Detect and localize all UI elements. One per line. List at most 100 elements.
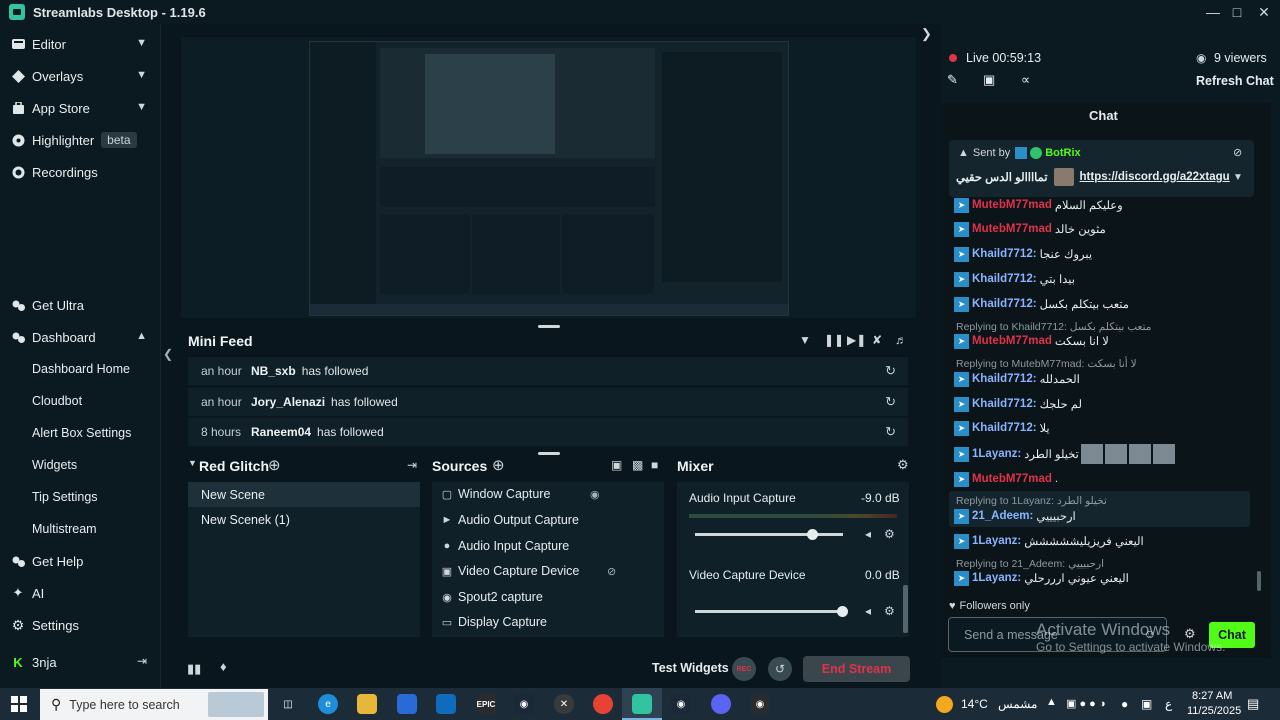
- mute-alerts-icon[interactable]: ✘: [872, 333, 882, 347]
- sidebar-item-overlays[interactable]: Overlays ▼: [0, 62, 161, 90]
- filter-icon[interactable]: ▼: [799, 333, 811, 347]
- steam-icon[interactable]: ◉: [671, 694, 691, 714]
- folder-icon[interactable]: ■: [651, 458, 658, 472]
- record-button[interactable]: REC: [732, 657, 756, 681]
- chat-user[interactable]: Khaild7712:: [972, 248, 1037, 260]
- sidebar-sub-widgets[interactable]: Widgets: [32, 458, 77, 472]
- chat-user[interactable]: 1Layanz:: [972, 448, 1021, 460]
- source-settings-icon[interactable]: ▣: [611, 458, 622, 472]
- sidebar-item-get-ultra[interactable]: Get Ultra: [0, 291, 161, 319]
- speaker-icon[interactable]: ◂: [865, 527, 871, 541]
- chat-user[interactable]: Khaild7712:: [972, 422, 1037, 434]
- sidebar-user[interactable]: K 3nja ⇥: [0, 648, 161, 676]
- outlook-icon[interactable]: [436, 694, 456, 714]
- streamlabs-icon[interactable]: [632, 694, 652, 714]
- microphone-icon[interactable]: ●: [1121, 697, 1128, 711]
- slider-handle[interactable]: [837, 606, 848, 617]
- obs-icon[interactable]: ◉: [750, 694, 770, 714]
- chat-user[interactable]: 21_Adeem:: [972, 510, 1033, 522]
- taskbar-date[interactable]: 11/25/2025: [1187, 705, 1241, 717]
- taskbar-time[interactable]: 8:27 AM: [1192, 690, 1232, 702]
- chat-user[interactable]: MutebM77mad: [972, 199, 1052, 211]
- replay-buffer-icon[interactable]: ↺: [768, 657, 792, 681]
- sidebar-item-app-store[interactable]: App Store ▼: [0, 94, 161, 122]
- scene-item[interactable]: New Scenek (1): [188, 507, 420, 532]
- collapse-sidebar-icon[interactable]: ❮: [163, 347, 173, 361]
- stats-icon[interactable]: ▮▮: [187, 661, 201, 677]
- volume-slider[interactable]: [695, 606, 848, 617]
- chevron-down-icon[interactable]: ▼: [1233, 172, 1243, 183]
- chat-user[interactable]: Khaild7712:: [972, 298, 1037, 310]
- sidebar-sub-dashboard-home[interactable]: Dashboard Home: [32, 362, 130, 376]
- chat-user[interactable]: Khaild7712:: [972, 398, 1037, 410]
- collapse-icon[interactable]: ▼: [188, 458, 197, 468]
- source-item[interactable]: ◉ Spout2 capture: [440, 586, 543, 608]
- resize-handle[interactable]: [538, 452, 560, 455]
- source-item[interactable]: ▣ Video Capture Device: [440, 560, 580, 582]
- input-language[interactable]: ع: [1165, 697, 1172, 711]
- chat-user[interactable]: MutebM77mad: [972, 473, 1052, 485]
- source-item[interactable]: ▢ Window Capture: [440, 483, 551, 505]
- sidebar-item-ai[interactable]: ✦ AI: [0, 579, 161, 607]
- sidebar-sub-cloudbot[interactable]: Cloudbot: [32, 394, 82, 408]
- end-stream-button[interactable]: End Stream: [803, 656, 910, 682]
- replay-icon[interactable]: ↻: [885, 424, 896, 440]
- windows-start-icon[interactable]: [11, 696, 27, 715]
- store-icon[interactable]: [397, 694, 417, 714]
- add-scene-icon[interactable]: ⊕: [268, 456, 281, 474]
- source-item[interactable]: ● Audio Input Capture: [440, 535, 570, 557]
- tray-icons[interactable]: ▣ ● ● ◑: [1066, 697, 1106, 710]
- mixer-scrollbar[interactable]: [903, 585, 908, 633]
- chat-user[interactable]: Khaild7712:: [972, 273, 1037, 285]
- sidebar-item-settings[interactable]: ⚙ Settings: [0, 611, 161, 639]
- hidden-eye-icon[interactable]: ⊘: [607, 565, 616, 578]
- steam-icon[interactable]: ◉: [514, 694, 534, 714]
- skip-icon[interactable]: ▶❚: [847, 333, 866, 347]
- tray-overflow-icon[interactable]: ▲: [1046, 696, 1057, 708]
- share-icon[interactable]: ∝: [1021, 72, 1030, 88]
- chat-user[interactable]: 1Layanz:: [972, 535, 1021, 547]
- lock-icon[interactable]: ◉: [590, 488, 600, 501]
- chrome-icon[interactable]: [593, 694, 613, 714]
- chat-user[interactable]: Khaild7712:: [972, 373, 1037, 385]
- resize-handle[interactable]: [538, 325, 560, 328]
- slider-handle[interactable]: [807, 529, 818, 540]
- sidebar-sub-multistream[interactable]: Multistream: [32, 522, 97, 536]
- edit-stream-icon[interactable]: ✎: [947, 72, 958, 88]
- epic-games-icon[interactable]: EPIC: [476, 694, 496, 714]
- scene-item[interactable]: New Scene: [188, 482, 420, 507]
- sidebar-item-get-help[interactable]: Get Help: [0, 547, 161, 575]
- volume-icon[interactable]: ♬: [895, 333, 907, 347]
- chat-user[interactable]: MutebM77mad: [972, 335, 1052, 347]
- refresh-chat-button[interactable]: Refresh Chat: [1196, 74, 1274, 88]
- chat-user[interactable]: 1Layanz:: [972, 572, 1021, 584]
- minimize-icon[interactable]: —: [1200, 0, 1226, 24]
- sidebar-item-editor[interactable]: Editor ▼: [0, 30, 161, 58]
- xbox-icon[interactable]: ✕: [554, 694, 574, 714]
- test-widgets-button[interactable]: Test Widgets: [652, 661, 729, 675]
- collapse-chat-icon[interactable]: ❯: [921, 26, 932, 42]
- channel-settings-icon[interactable]: ⚙: [884, 527, 895, 541]
- taskbar-search[interactable]: ⚲ Type here to search: [40, 689, 268, 720]
- edge-icon[interactable]: e: [318, 694, 338, 714]
- pause-icon[interactable]: ❚❚: [824, 333, 844, 347]
- discord-icon[interactable]: [711, 694, 731, 714]
- dashboard-icon[interactable]: ▣: [983, 72, 995, 88]
- notifications-icon[interactable]: ▤: [1247, 696, 1259, 712]
- source-filter-icon[interactable]: ▩: [632, 458, 643, 472]
- source-item[interactable]: ► Audio Output Capture: [440, 509, 579, 531]
- logout-icon[interactable]: ⇥: [137, 654, 147, 668]
- network-icon[interactable]: ▣: [1141, 697, 1152, 711]
- chat-scrollbar[interactable]: [1257, 571, 1261, 591]
- transition-icon[interactable]: ⇥: [407, 458, 417, 472]
- unpin-icon[interactable]: ⊘: [1233, 146, 1242, 159]
- chat-user[interactable]: MutebM77mad: [972, 223, 1052, 235]
- speaker-icon[interactable]: ◂: [865, 604, 871, 618]
- pinned-link[interactable]: https://discord.gg/a22xtagu: [1080, 171, 1230, 183]
- sidebar-item-highlighter[interactable]: Highlighter beta: [0, 126, 161, 154]
- sidebar-item-dashboard[interactable]: Dashboard ▲: [0, 323, 161, 351]
- sidebar-sub-alert-box[interactable]: Alert Box Settings: [32, 426, 131, 440]
- source-item[interactable]: ▭ Display Capture: [440, 611, 547, 633]
- maximize-icon[interactable]: □: [1224, 0, 1250, 24]
- add-source-icon[interactable]: ⊕: [492, 456, 505, 474]
